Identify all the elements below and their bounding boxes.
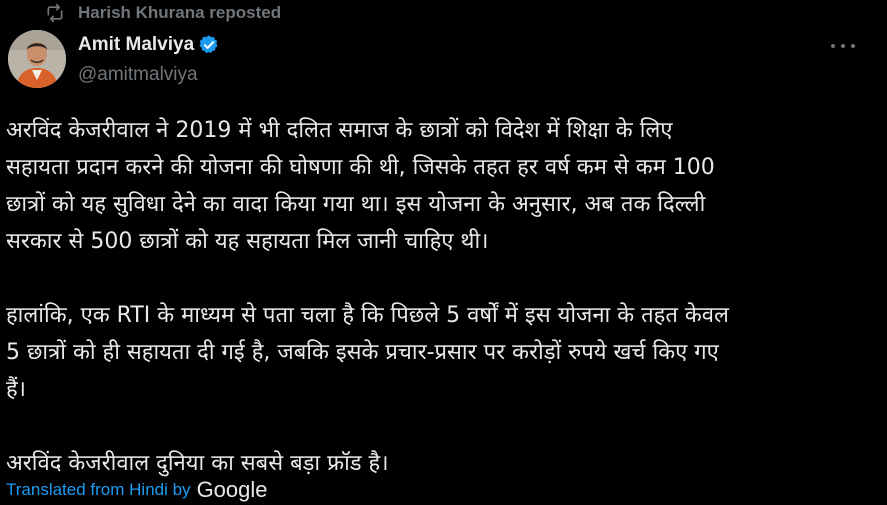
repost-icon xyxy=(44,2,66,24)
tweet-line: अरविंद केजरीवाल ने 2019 में भी दलित समाज… xyxy=(6,118,673,143)
tweet-line: छात्रों को यह सुविधा देने का वादा किया ग… xyxy=(6,192,706,217)
tweet-line: सहायता प्रदान करने की योजना की घोषणा की … xyxy=(6,155,715,180)
avatar[interactable] xyxy=(8,30,66,88)
author-name[interactable]: Amit Malviya xyxy=(78,34,194,56)
author-block[interactable]: Amit Malviya @amitmalviya xyxy=(78,32,220,86)
tweet-line: हैं। xyxy=(6,377,27,402)
translated-label[interactable]: Translated from Hindi by xyxy=(6,480,191,500)
tweet-line: 5 छात्रों को ही सहायता दी गई है, जबकि इस… xyxy=(6,340,719,365)
verified-badge-icon[interactable] xyxy=(198,34,220,56)
author-handle[interactable]: @amitmalviya xyxy=(78,64,220,86)
tweet-line: हालांकि, एक RTI के माध्यम से पता चला है … xyxy=(6,303,729,328)
tweet-text: अरविंद केजरीवाल ने 2019 में भी दलित समाज… xyxy=(6,112,876,482)
more-options-button[interactable] xyxy=(831,36,855,56)
repost-label: Harish Khurana reposted xyxy=(78,3,282,22)
more-dot-icon xyxy=(831,44,835,48)
tweet-card[interactable]: Harish Khurana reposted Amit Malviya @am… xyxy=(0,0,887,505)
translation-attribution[interactable]: Translated from Hindi by Google xyxy=(6,476,268,504)
more-dot-icon xyxy=(851,44,855,48)
repost-indicator[interactable]: Harish Khurana reposted xyxy=(44,0,281,26)
more-dot-icon xyxy=(841,44,845,48)
tweet-line: सरकार से 500 छात्रों को यह सहायता मिल जा… xyxy=(6,229,489,254)
google-logo: Google xyxy=(196,477,268,502)
